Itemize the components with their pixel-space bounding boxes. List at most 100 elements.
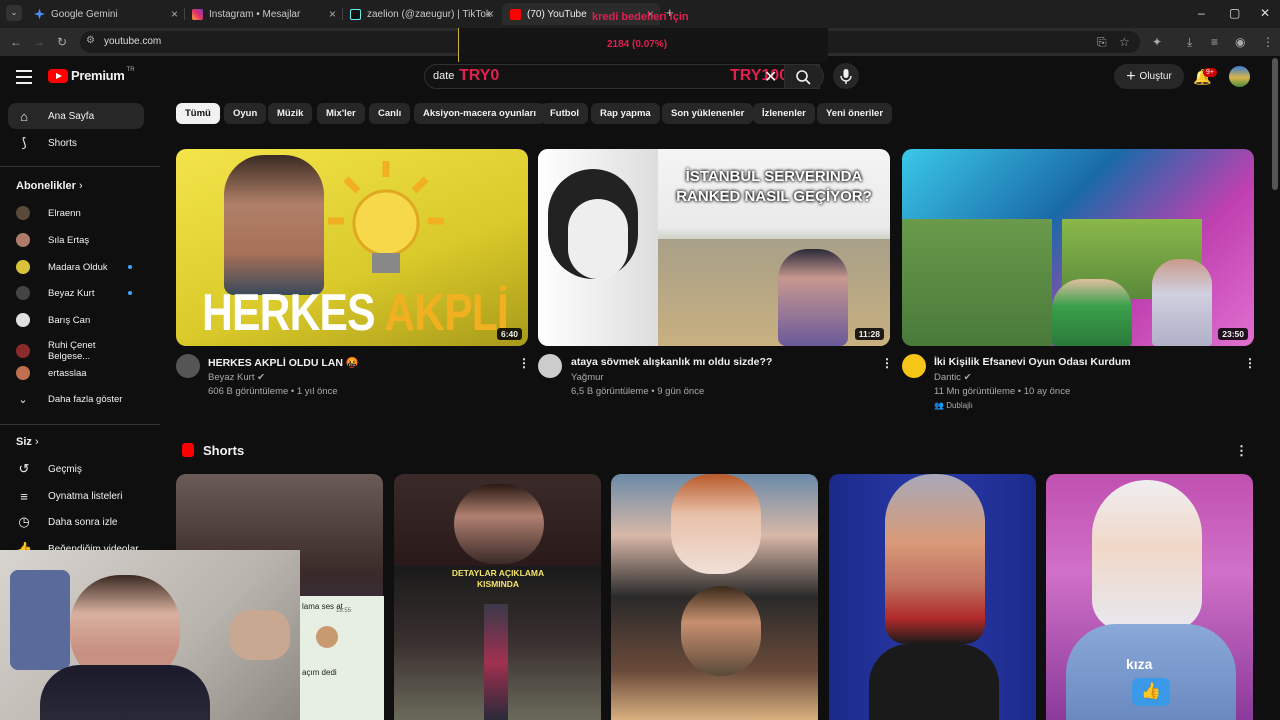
minimize-icon[interactable]: –	[1198, 6, 1205, 20]
channel-avatar[interactable]	[538, 354, 562, 378]
subscription-item[interactable]: ertasslaa	[16, 366, 140, 380]
short-thumbnail[interactable]	[611, 474, 818, 720]
profile-icon[interactable]: ◉	[1235, 35, 1245, 49]
shorts-logo-icon	[182, 443, 194, 457]
more-actions-icon[interactable]: ⋮	[518, 356, 530, 370]
channel-name[interactable]: Dantic ✔	[934, 372, 972, 383]
close-window-icon[interactable]: ✕	[1260, 6, 1270, 20]
chip[interactable]: Müzik	[268, 103, 313, 124]
extensions-icon[interactable]: ✦	[1152, 35, 1162, 49]
subscription-item[interactable]: Sıla Ertaş	[16, 233, 140, 247]
media-control-icon[interactable]: ≡	[1211, 35, 1218, 49]
shorts-more-icon[interactable]: ⋮	[1235, 443, 1248, 459]
short-thumbnail[interactable]	[829, 474, 1036, 720]
thumbs-up-icon: 👍	[1132, 678, 1170, 706]
menu-dots-icon[interactable]: ⋮	[1262, 35, 1274, 49]
search-icon	[796, 70, 811, 85]
new-content-dot	[128, 265, 132, 269]
chip[interactable]: Yeni öneriler	[817, 103, 893, 124]
subscription-item[interactable]: Barış Can	[16, 313, 140, 327]
webcam-person-body	[40, 665, 210, 720]
video-title[interactable]: İki Kişilik Efsanevi Oyun Odası Kurdum	[934, 356, 1234, 368]
more-actions-icon[interactable]: ⋮	[881, 356, 893, 370]
forward-icon[interactable]: →	[33, 35, 45, 49]
subscription-label: Barış Can	[48, 314, 91, 326]
close-tab-icon[interactable]: ×	[171, 7, 178, 21]
overlay-line1: kredi bedelleri için	[592, 11, 689, 23]
video-thumbnail[interactable]: 23:50	[902, 149, 1254, 346]
back-icon[interactable]: ←	[10, 35, 22, 49]
home-icon: ⌂	[20, 108, 28, 124]
you-heading-text: Siz	[16, 436, 32, 448]
subscription-item[interactable]: Elraenn	[16, 206, 140, 220]
menu-hamburger-icon[interactable]	[16, 70, 32, 88]
short-thumbnail[interactable]: DETAYLAR AÇIKLAMA KISMINDA	[394, 474, 601, 720]
sidebar-item-shorts[interactable]: ⟆ Shorts	[8, 130, 144, 156]
chip[interactable]: Son yüklenenler	[662, 103, 754, 124]
tab-tiktok[interactable]: zaelion (@zaeugur) | TikTok ×	[342, 3, 500, 25]
video-thumbnail[interactable]: HERKES AKPLİ 6:40	[176, 149, 528, 346]
subscriptions-heading[interactable]: Abonelikler ›	[16, 180, 83, 192]
instagram-icon	[192, 8, 203, 20]
channel-avatar[interactable]	[176, 354, 200, 378]
page-scrollbar[interactable]	[1272, 58, 1278, 190]
video-title[interactable]: HERKES AKPLİ OLDU LAN 🤬	[208, 356, 508, 369]
install-app-icon[interactable]: ⎘	[1097, 35, 1107, 50]
chip[interactable]: Oyun	[224, 103, 267, 124]
chip[interactable]: Futbol	[541, 103, 589, 124]
search-button[interactable]	[784, 64, 824, 89]
chip[interactable]: İzlenenler	[753, 103, 815, 124]
create-button[interactable]: + Oluştur	[1114, 64, 1184, 89]
video-thumbnail[interactable]: İSTANBUL SERVERINDA RANKED NASIL GEÇİYOR…	[538, 149, 890, 346]
sidebar-item-history[interactable]: ↺ Geçmiş	[8, 456, 144, 482]
download-icon[interactable]: ⤓	[1187, 35, 1192, 50]
chip[interactable]: Rap yapma	[591, 103, 660, 124]
clear-search-icon[interactable]: ✕	[764, 67, 777, 87]
subscription-label: Beyaz Kurt	[48, 287, 95, 299]
chip[interactable]: Mix'ler	[317, 103, 365, 124]
video-title[interactable]: ataya sövmek alışkanlık mı oldu sizde??	[571, 356, 871, 368]
sidebar-item-playlists[interactable]: ≡ Oynatma listeleri	[8, 483, 144, 509]
tab-instagram[interactable]: Instagram • Mesajlar ×	[184, 3, 342, 25]
show-more-button[interactable]: ⌄ Daha fazla göster	[16, 393, 140, 406]
more-actions-icon[interactable]: ⋮	[1244, 356, 1256, 370]
short-thumbnail[interactable]: kıza 👍	[1046, 474, 1253, 720]
subscription-label: ertasslaa	[48, 367, 87, 379]
short-person	[671, 474, 761, 574]
overlay-try-left: TRY0	[459, 67, 500, 84]
account-avatar[interactable]	[1229, 66, 1250, 87]
chip-all[interactable]: Tümü	[176, 103, 220, 124]
thumbnail-person	[224, 155, 324, 295]
tab-gemini[interactable]: Google Gemini ×	[26, 3, 184, 25]
chip[interactable]: Canlı	[369, 103, 411, 124]
reload-icon[interactable]: ↻	[57, 35, 67, 49]
subscription-item[interactable]: Beyaz Kurt	[16, 286, 140, 300]
close-tab-icon[interactable]: ×	[487, 7, 494, 21]
channel-avatar[interactable]	[902, 354, 926, 378]
sidebar-item-home[interactable]: ⌂ Ana Sayfa	[8, 103, 144, 129]
youtube-logo[interactable]: Premium TR	[48, 67, 135, 83]
thumbnail-text-a: İSTANBUL SERVERINDA	[685, 168, 863, 185]
new-content-dot	[128, 291, 132, 295]
bookmark-star-icon[interactable]: ☆	[1119, 35, 1130, 49]
chevron-right-icon: ›	[34, 436, 39, 448]
site-info-icon[interactable]: ⚙	[86, 35, 95, 46]
voice-search-icon[interactable]	[833, 63, 859, 89]
search-value: date	[433, 70, 455, 82]
maximize-icon[interactable]: ▢	[1229, 6, 1240, 20]
sidebar-item-watch-later[interactable]: ◷ Daha sonra izle	[8, 509, 144, 535]
subscription-label: Sıla Ertaş	[48, 234, 90, 246]
url-text[interactable]: youtube.com	[104, 36, 161, 47]
channel-name[interactable]: Beyaz Kurt ✔	[208, 372, 265, 383]
channel-name[interactable]: Yağmur	[571, 372, 604, 383]
tab-list-icon[interactable]: ⌄	[6, 5, 22, 21]
subscription-item[interactable]: Madara Olduk	[16, 260, 140, 274]
close-tab-icon[interactable]: ×	[329, 7, 336, 21]
subscription-item[interactable]: Ruhi Çenet Belgese...	[16, 340, 140, 362]
chip[interactable]: Aksiyon-macera oyunları	[414, 103, 545, 124]
video-duration: 11:28	[854, 328, 884, 340]
channel-avatar	[16, 233, 30, 247]
sidebar-item-label: Shorts	[48, 137, 77, 149]
you-heading[interactable]: Siz ›	[16, 436, 39, 448]
thumbnail-person	[1052, 279, 1132, 346]
